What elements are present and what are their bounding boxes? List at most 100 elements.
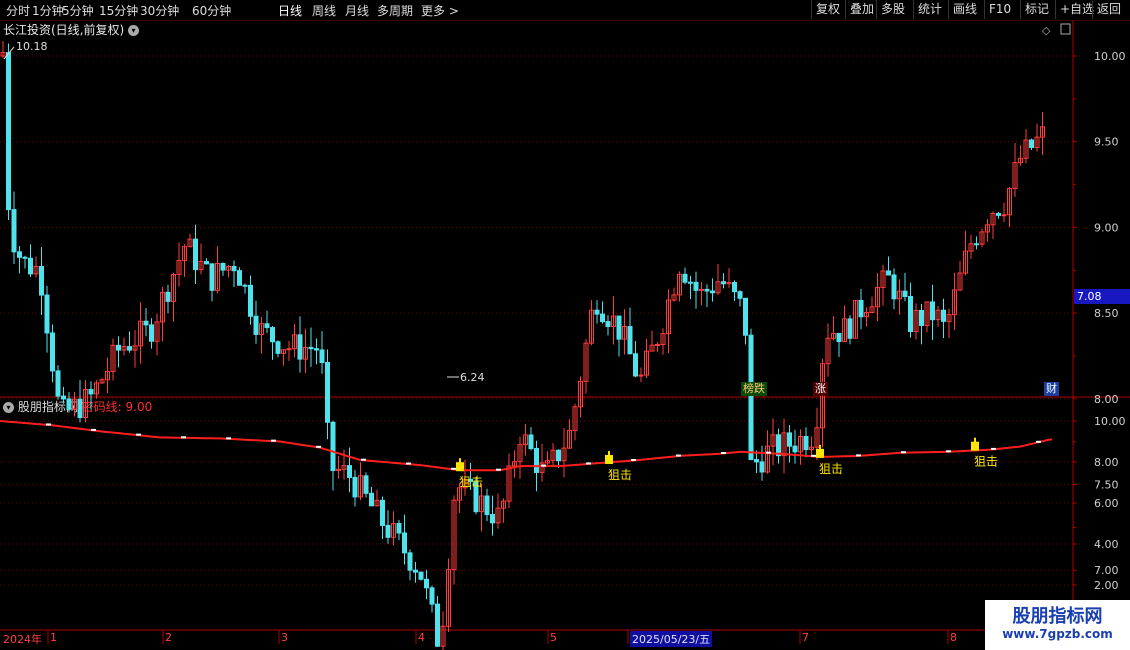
- candle-body: [1029, 139, 1034, 149]
- candle-body: [732, 282, 737, 293]
- y-tick-label: 9.50: [1094, 136, 1119, 149]
- candle-body: [270, 327, 275, 343]
- candle-body: [930, 301, 935, 321]
- candle-body: [699, 288, 704, 291]
- y-tick-label: 7.00: [1094, 564, 1119, 577]
- candle-body: [363, 475, 369, 494]
- zhang-tag[interactable]: 涨: [813, 382, 828, 396]
- candle-body: [484, 495, 490, 516]
- candle-body: [633, 353, 638, 377]
- indicator-marker: [766, 451, 771, 454]
- candle-body: [325, 362, 330, 423]
- candle-body: [490, 514, 495, 524]
- x-label-0: 2024年: [3, 633, 42, 646]
- candle-body: [6, 52, 11, 211]
- y-tick-label: 7.50: [1094, 479, 1119, 492]
- candle-body: [748, 334, 754, 461]
- candle-body: [996, 212, 1001, 216]
- indicator-marker: [991, 447, 996, 450]
- candle-body: [787, 432, 792, 447]
- signal-label: 狙击: [819, 462, 843, 476]
- candle-body: [127, 346, 132, 351]
- indicator-marker: [91, 428, 96, 431]
- candle-body: [165, 291, 171, 302]
- x-label-6: 2025/05/23/五: [630, 631, 713, 647]
- candle-body: [534, 448, 539, 473]
- high-label: 10.18: [16, 40, 48, 53]
- candle-body: [429, 587, 435, 605]
- candle-body: [616, 315, 622, 340]
- indicator-marker: [1036, 440, 1041, 443]
- candle-body: [297, 334, 303, 360]
- candle-body: [413, 569, 418, 573]
- candle-body: [17, 251, 22, 258]
- candle-body: [66, 398, 72, 410]
- indicator-marker: [901, 451, 906, 454]
- candle-body: [330, 421, 336, 471]
- watermark: 股朋指标网 www.7gpzb.com: [985, 600, 1130, 650]
- indicator-marker: [676, 454, 681, 457]
- candle-body: [754, 459, 759, 463]
- indicator-marker: [721, 451, 726, 454]
- indicator-marker: [541, 464, 546, 467]
- ind-y-tick-label: 4.00: [1094, 538, 1119, 551]
- candle-body: [721, 281, 726, 285]
- low-label: 6.24: [460, 371, 485, 384]
- candle-body: [193, 238, 198, 271]
- candle-body: [242, 284, 248, 287]
- candle-body: [919, 309, 924, 326]
- candle-body: [402, 532, 407, 554]
- candle-body: [908, 296, 913, 333]
- candle-body: [143, 320, 149, 326]
- candle-body: [116, 344, 121, 351]
- panel-toggle-icon: [1060, 23, 1071, 35]
- bang-tag[interactable]: 榜跌: [741, 382, 767, 396]
- x-label-2: 2: [165, 631, 172, 644]
- candle-body: [209, 263, 215, 291]
- candle-body: [253, 315, 259, 335]
- candle-body: [424, 578, 429, 589]
- indicator-marker: [226, 437, 231, 440]
- candle-body: [886, 270, 891, 276]
- ind-y-tick-label: 10.00: [1094, 415, 1126, 428]
- candle-body: [385, 524, 391, 538]
- candle-body: [710, 290, 715, 294]
- x-label-4: 4: [418, 631, 425, 644]
- x-label-3: 3: [281, 631, 288, 644]
- indicator-marker: [181, 436, 186, 439]
- candle-body: [418, 571, 424, 580]
- candle-body: [941, 309, 946, 322]
- x-label-1: 1: [50, 631, 57, 644]
- indicator-marker: [946, 450, 951, 453]
- candle-body: [11, 209, 17, 253]
- candle-body: [55, 370, 61, 397]
- candle-body: [44, 294, 50, 334]
- y-tick-label: 10.00: [1094, 50, 1126, 63]
- candle-body: [220, 262, 226, 271]
- indicator-marker: [406, 462, 411, 465]
- ind-y-tick-label: 2.00: [1094, 579, 1119, 592]
- candle-body: [902, 290, 908, 298]
- candle-body: [528, 434, 534, 450]
- candle-body: [974, 243, 979, 246]
- candle-body: [655, 344, 660, 347]
- candle-body: [743, 297, 748, 336]
- candle-body: [77, 398, 83, 418]
- candle-body: [88, 389, 94, 395]
- candle-body: [275, 341, 281, 354]
- indicator-marker: [271, 439, 276, 442]
- signal-label: 狙击: [608, 468, 632, 482]
- candle-body: [149, 324, 154, 342]
- candle-body: [28, 257, 33, 275]
- cai-tag[interactable]: 财: [1044, 382, 1059, 396]
- indicator-marker: [361, 458, 366, 461]
- indicator-marker: [631, 458, 636, 461]
- signal-label: 狙击: [974, 455, 998, 469]
- chart-canvas[interactable]: 10.009.509.008.508.007.507.006.5010.008.…: [0, 0, 1130, 650]
- indicator-marker: [316, 445, 321, 448]
- y-tick-label: 8.00: [1094, 393, 1119, 406]
- diamond-icon: ◇: [1042, 24, 1051, 37]
- candle-body: [847, 318, 853, 339]
- candle-body: [264, 323, 270, 329]
- candle-body: [396, 523, 402, 534]
